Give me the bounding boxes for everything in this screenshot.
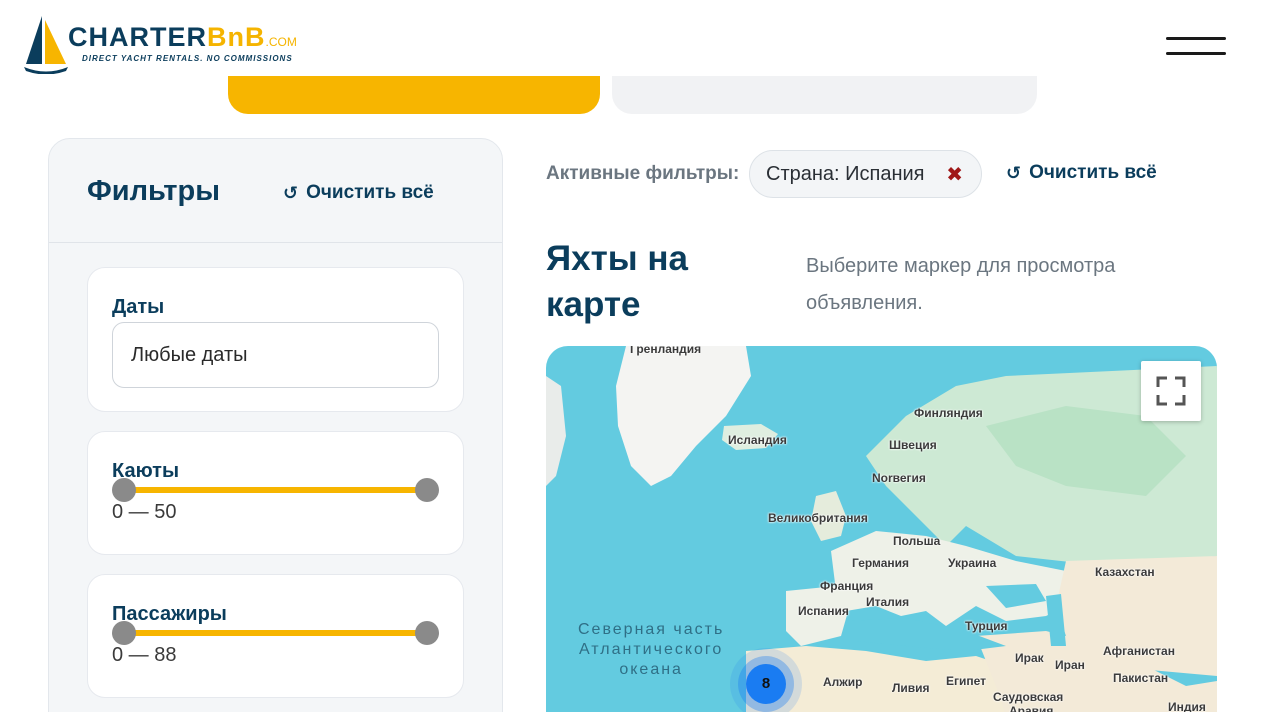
- menu-line: [1166, 37, 1226, 40]
- map-label: Алжир: [823, 675, 863, 689]
- map-label: Германия: [852, 556, 910, 570]
- cabins-slider-max-handle[interactable]: [415, 478, 439, 502]
- map-label: Швеция: [889, 438, 937, 452]
- active-filters-bar: Активные фильтры: Страна: Испания ✖: [546, 150, 982, 198]
- main-clear-all-button[interactable]: ↺ Очистить всё: [1006, 162, 1157, 184]
- map-label: Испания: [798, 604, 849, 618]
- ocean-label: Северная часть Атлантического океана: [578, 620, 724, 680]
- map-label: Египет: [946, 674, 987, 688]
- map-section-title: Яхты на карте: [546, 236, 688, 328]
- logo-tagline: DIRECT YACHT RENTALS. NO COMMISSIONS: [82, 54, 293, 63]
- map-label: Казахстан: [1095, 565, 1155, 579]
- map-label: Индия: [1168, 700, 1206, 712]
- map-label: Франция: [820, 579, 874, 593]
- dates-label: Даты: [112, 296, 165, 318]
- filters-title: Фильтры: [87, 175, 220, 207]
- map-label: Польша: [893, 534, 941, 548]
- passengers-filter-card: Пассажиры 0 — 88: [87, 574, 464, 698]
- map-label: Афганистан: [1103, 644, 1175, 658]
- dates-input[interactable]: Любые даты: [112, 322, 439, 388]
- hamburger-menu-button[interactable]: [1160, 30, 1230, 64]
- map-cluster-marker[interactable]: 8: [746, 664, 786, 704]
- site-logo[interactable]: CHARTERBnB.COM DIRECT YACHT RENTALS. NO …: [22, 14, 312, 78]
- sidebar-clear-all-button[interactable]: ↺ Очистить всё: [283, 182, 434, 204]
- filters-sidebar: Фильтры ↺ Очистить всё Даты Любые даты К…: [48, 138, 503, 712]
- ocean-label-line: Атлантического: [578, 641, 724, 658]
- yachts-map[interactable]: Гренландия Исландия Финляндия Швеция Nor…: [546, 346, 1217, 712]
- cabins-slider-min-handle[interactable]: [112, 478, 136, 502]
- map-label: Саудовская: [993, 690, 1064, 704]
- active-filters-label: Активные фильтры:: [546, 163, 740, 184]
- ocean-label-line: океана: [619, 661, 683, 678]
- clear-all-label: Очистить всё: [306, 182, 434, 203]
- map-title-line: карте: [546, 285, 641, 324]
- map-label: Иран: [1055, 658, 1085, 672]
- cabins-filter-card: Каюты 0 — 50: [87, 431, 464, 555]
- sailboat-logo-icon: [24, 16, 68, 74]
- map-label: Украина: [948, 556, 997, 570]
- reset-icon: ↺: [1006, 162, 1022, 183]
- clear-all-label: Очистить всё: [1029, 162, 1157, 183]
- passengers-slider-max-handle[interactable]: [415, 621, 439, 645]
- map-title-line: Яхты на: [546, 239, 688, 278]
- tab-secondary[interactable]: [612, 76, 1037, 114]
- cabins-range-value: 0 — 50: [112, 501, 177, 523]
- map-label: Финляндия: [914, 406, 983, 420]
- passengers-range-value: 0 — 88: [112, 644, 177, 666]
- map-hint-text: Выберите маркер для просмотра объявления…: [806, 255, 1116, 314]
- cabins-slider-track[interactable]: [124, 487, 428, 493]
- map-label: Пакистан: [1113, 671, 1169, 685]
- map-label: Турция: [965, 619, 1008, 633]
- remove-filter-icon[interactable]: ✖: [946, 162, 963, 187]
- map-label: Ирак: [1015, 651, 1044, 665]
- tab-primary[interactable]: [228, 76, 600, 114]
- fullscreen-button[interactable]: [1141, 361, 1201, 421]
- map-label: Италия: [866, 595, 910, 609]
- map-label: Norвегия: [872, 471, 926, 485]
- passengers-slider-min-handle[interactable]: [112, 621, 136, 645]
- fullscreen-icon: [1156, 376, 1186, 406]
- menu-line: [1166, 52, 1226, 55]
- map-label: Ливия: [892, 681, 930, 695]
- map-label: Великобритания: [768, 511, 868, 525]
- map-label: Аравия: [1009, 704, 1054, 712]
- map-label: Гренландия: [630, 346, 702, 356]
- chip-value: Испания: [845, 162, 925, 185]
- ocean-label-line: Северная часть: [578, 621, 725, 638]
- filters-header: Фильтры ↺ Очистить всё: [49, 139, 502, 243]
- reset-icon: ↺: [283, 182, 299, 203]
- chip-key: Страна:: [766, 162, 840, 185]
- logo-wordmark: CHARTERBnB.COM: [68, 22, 297, 52]
- map-label: Исландия: [728, 433, 787, 447]
- dates-filter-card: Даты Любые даты: [87, 267, 464, 412]
- filter-chip-country[interactable]: Страна: Испания ✖: [749, 150, 982, 198]
- passengers-slider-track[interactable]: [124, 630, 428, 636]
